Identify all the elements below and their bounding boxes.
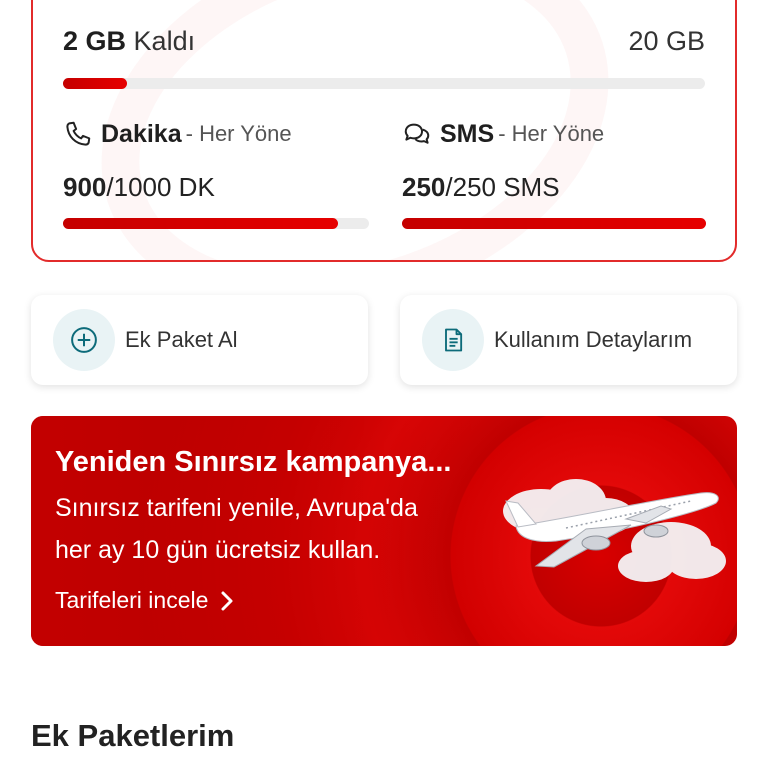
minutes-remaining: 900 <box>63 172 107 202</box>
sms-title-label: SMS <box>440 119 495 148</box>
chevron-right-icon <box>221 591 233 610</box>
sms-value: 250/250 SMS <box>402 172 560 203</box>
minutes-total: /1000 DK <box>106 172 215 202</box>
sms-progress-fill <box>402 218 706 229</box>
banner-title: Yeniden Sınırsız kampanya... <box>55 446 452 478</box>
minutes-direction: - Her Yöne <box>185 121 292 146</box>
buy-extra-package-label: Ek Paket Al <box>125 327 238 352</box>
view-tariffs-label: Tarifeleri incele <box>55 587 209 613</box>
data-total: 20 GB <box>628 26 705 56</box>
document-icon <box>445 328 463 352</box>
data-remaining-suffix: Kaldı <box>133 26 196 56</box>
sms-remaining: 250 <box>402 172 446 202</box>
data-usage-row: 2 GB Kaldı 20 GB <box>63 26 705 66</box>
data-remaining: 2 GB Kaldı <box>63 26 195 57</box>
data-remaining-value: 2 GB <box>63 26 127 56</box>
banner-text-line-1: Sınırsız tarifeni yenile, Avrupa'da <box>55 494 418 522</box>
usage-card[interactable]: 2 GB Kaldı 20 GB Dakika - Her Yöne 900/1… <box>31 0 737 262</box>
chat-bubbles-icon <box>404 123 430 144</box>
sms-title: SMS - Her Yöne <box>402 119 604 149</box>
view-tariffs-link[interactable]: Tarifeleri incele <box>55 587 234 614</box>
add-circle-icon <box>71 327 97 353</box>
buy-extra-package-button[interactable]: Ek Paket Al <box>31 295 368 385</box>
sms-direction: - Her Yöne <box>498 121 605 146</box>
usage-details-button[interactable]: Kullanım Detaylarım <box>400 295 737 385</box>
minutes-progress-fill <box>63 218 339 229</box>
extra-packages-heading: Ek Paketlerim <box>31 718 235 753</box>
usage-details-label: Kullanım Detaylarım <box>494 327 693 352</box>
sms-total: /250 SMS <box>445 172 560 202</box>
airplane-illustration <box>503 479 726 582</box>
data-progress-bar <box>63 78 705 89</box>
add-icon-circle <box>53 309 115 371</box>
minutes-progress-bar <box>63 218 369 229</box>
phone-icon <box>66 121 91 146</box>
campaign-banner[interactable]: Yeniden Sınırsız kampanya... Sınırsız ta… <box>31 416 737 646</box>
document-icon-circle <box>422 309 484 371</box>
minutes-title: Dakika - Her Yöne <box>63 119 292 149</box>
minutes-value: 900/1000 DK <box>63 172 215 203</box>
minutes-title-label: Dakika <box>101 119 182 148</box>
data-progress-fill <box>63 78 128 89</box>
sms-progress-bar <box>402 218 706 229</box>
banner-text-line-2: her ay 10 gün ücretsiz kullan. <box>55 536 381 564</box>
